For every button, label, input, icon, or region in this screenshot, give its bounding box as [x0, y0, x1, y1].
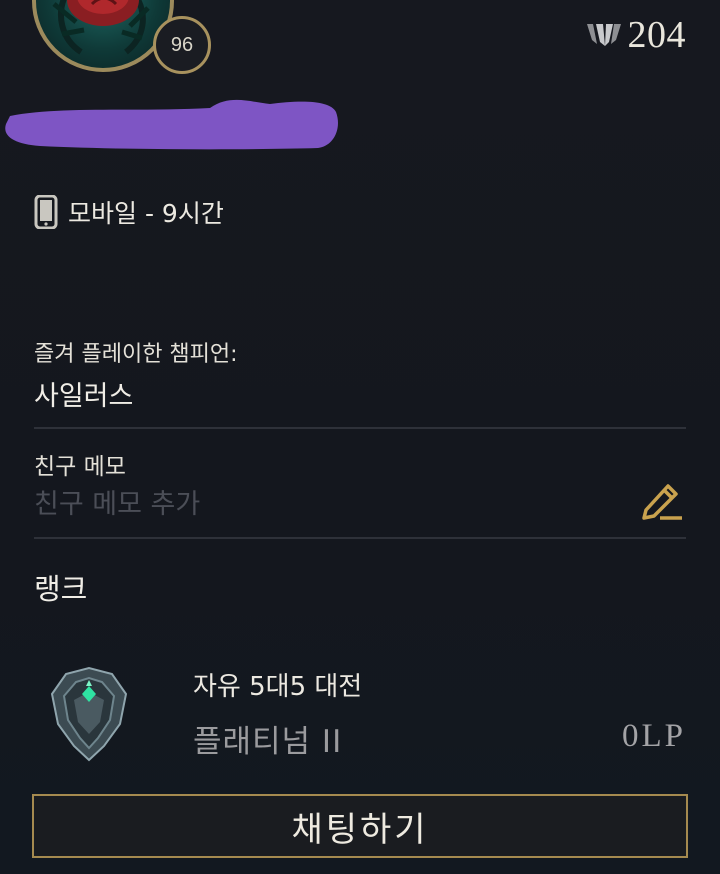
online-status: 모바일 - 9시간 [34, 194, 224, 230]
favorite-champion-value: 사일러스 [34, 381, 134, 412]
section-divider [34, 427, 686, 429]
section-divider [34, 537, 686, 539]
friend-profile-panel: 96 204 모바일 - 9시간 즐겨 플레이한 챔피언: 사일러스 친구 메모… [0, 0, 720, 874]
friend-memo-input[interactable] [34, 484, 594, 524]
league-points: 0LP [621, 718, 686, 754]
rank-heading: 랭크 [34, 572, 88, 606]
redacted-name-overlay [5, 99, 338, 150]
chat-button[interactable]: 채팅하기 [32, 794, 688, 858]
honor-display: 204 [586, 16, 687, 54]
favorite-champion-label: 즐겨 플레이한 챔피언: [34, 342, 238, 367]
summoner-level-badge: 96 [153, 16, 211, 74]
rank-queue-name: 자유 5대5 대전 [193, 672, 363, 702]
mobile-phone-icon [34, 195, 58, 229]
rank-tier: 플래티넘 II [193, 724, 343, 760]
honor-icon [586, 24, 621, 46]
status-text: 모바일 - 9시간 [68, 199, 224, 228]
platinum-emblem-icon [50, 666, 128, 762]
friend-memo-label: 친구 메모 [34, 454, 126, 480]
honor-value: 204 [627, 14, 686, 56]
rose-icon [52, 0, 150, 55]
profile-avatar[interactable] [32, 0, 174, 72]
pencil-edit-icon[interactable] [640, 478, 684, 522]
